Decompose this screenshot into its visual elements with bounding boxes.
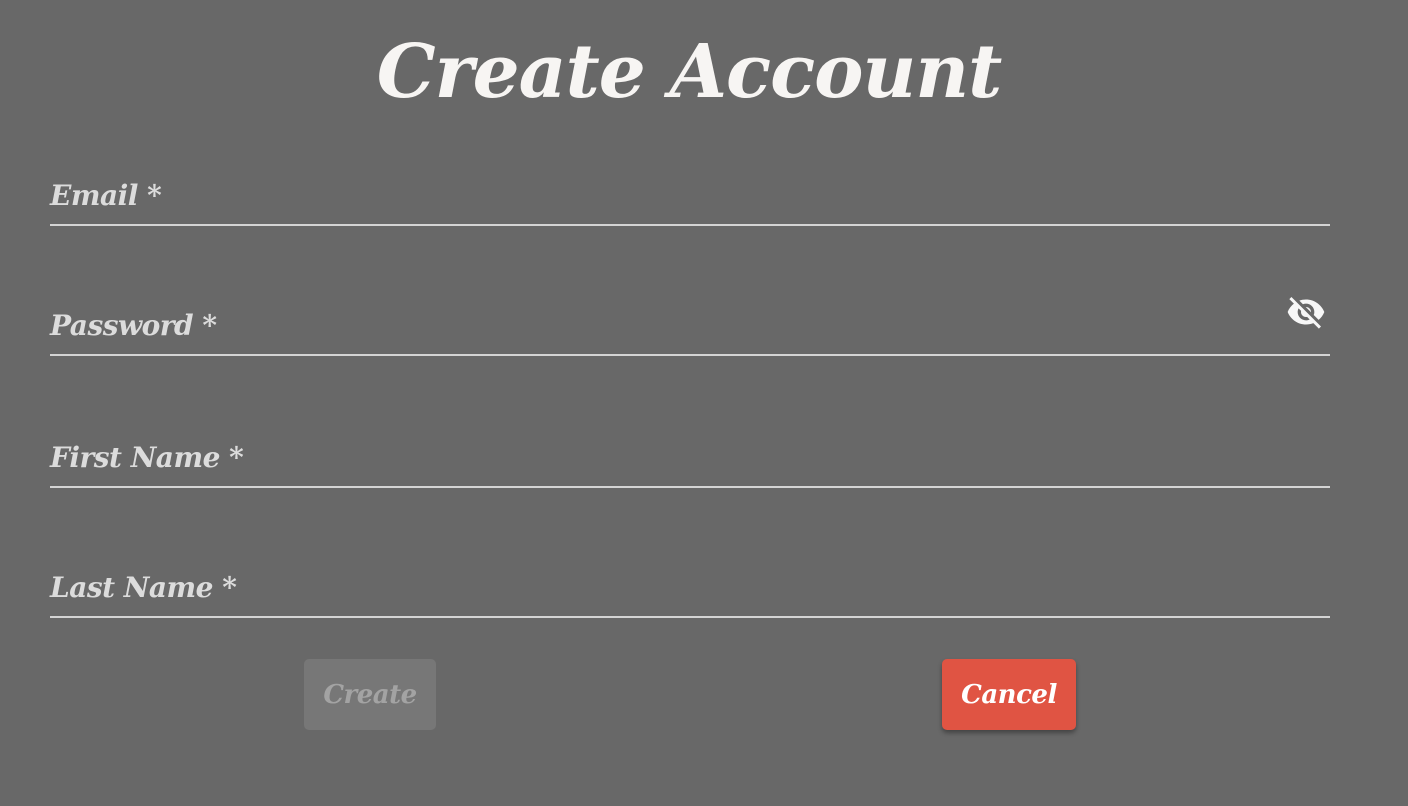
email-underline [50,224,1330,226]
last-name-label: Last Name * [50,571,237,604]
last-name-underline [50,616,1330,618]
create-button[interactable]: Create [304,659,436,730]
page-title: Create Account [376,29,1003,115]
cancel-button[interactable]: Cancel [942,659,1076,730]
email-label: Email * [50,179,162,212]
visibility-off-icon[interactable] [1282,292,1330,332]
first-name-label: First Name * [50,441,244,474]
last-name-field[interactable]: Last Name * [50,558,1330,618]
password-underline [50,354,1330,356]
first-name-field[interactable]: First Name * [50,428,1330,488]
email-field[interactable]: Email * [50,166,1330,226]
password-field[interactable]: Password * [50,296,1330,356]
password-label: Password * [50,309,217,342]
first-name-underline [50,486,1330,488]
